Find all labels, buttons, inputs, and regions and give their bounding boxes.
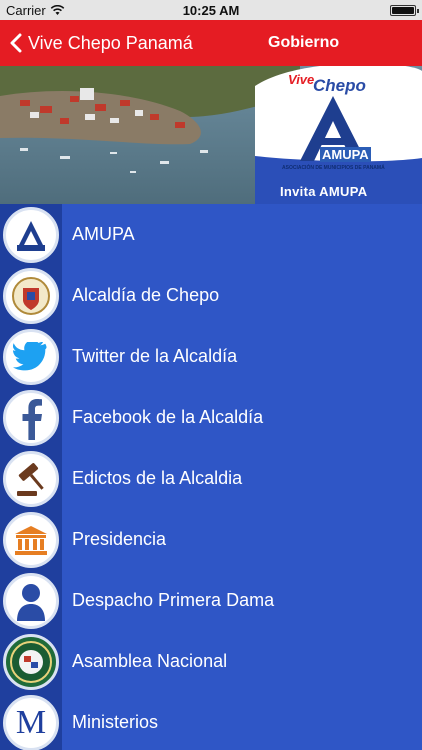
status-time: 10:25 AM	[182, 3, 240, 18]
banner-vive-text: Vive	[288, 72, 315, 87]
menu-item-alcaldia-chepo[interactable]: Alcaldía de Chepo	[0, 265, 422, 326]
menu-label: Ministerios	[72, 712, 159, 732]
menu-item-ministerios[interactable]: M Ministerios	[0, 692, 422, 750]
battery-level	[392, 7, 414, 14]
menu-label: Despacho Primera Dama	[72, 590, 275, 610]
back-button-label: Vive Chepo Panamá	[28, 32, 193, 53]
menu-item-twitter[interactable]: Twitter de la Alcaldía	[0, 326, 422, 387]
back-button[interactable]: Vive Chepo Panamá	[10, 20, 193, 66]
banner-image: Vive Chepo AMUPA ASOCIACIÓN DE MUNICIPIO…	[0, 66, 422, 204]
banner-association-text: ASOCIACIÓN DE MUNICIPIOS DE PANAMÁ	[282, 165, 385, 171]
government-building-icon	[3, 511, 59, 568]
facebook-icon	[3, 389, 59, 446]
menu-icon-column	[0, 387, 62, 448]
menu-icon-column	[0, 448, 62, 509]
menu-item-asamblea[interactable]: Asamblea Nacional	[0, 631, 422, 692]
letter-m-icon: M	[3, 694, 59, 750]
menu-item-amupa[interactable]: AMUPA	[0, 204, 422, 265]
menu-list: AMUPA Alcaldía de Chepo Twitter de la Al…	[0, 204, 422, 750]
banner-invite-text: Invita AMUPA	[280, 184, 368, 199]
menu-icon-column	[0, 570, 62, 631]
menu-item-facebook[interactable]: Facebook de la Alcaldía	[0, 387, 422, 448]
navigation-bar: Vive Chepo Panamá Gobierno	[0, 20, 422, 66]
menu-label: Facebook de la Alcaldía	[72, 407, 264, 427]
menu-item-presidencia[interactable]: Presidencia	[0, 509, 422, 570]
amupa-logo-icon	[3, 206, 59, 263]
status-bar: Carrier 10:25 AM	[0, 0, 422, 20]
chevron-left-icon	[10, 33, 22, 53]
person-silhouette-icon	[3, 572, 59, 629]
menu-label: Alcaldía de Chepo	[72, 285, 220, 305]
menu-item-edictos[interactable]: Edictos de la Alcaldia	[0, 448, 422, 509]
battery-icon	[390, 5, 419, 16]
menu-item-primera-dama[interactable]: Despacho Primera Dama	[0, 570, 422, 631]
menu-icon-column	[0, 631, 62, 692]
menu-icon-column	[0, 509, 62, 570]
menu-icon-column: M	[0, 692, 62, 750]
gavel-icon	[3, 450, 59, 507]
menu-icon-column	[0, 265, 62, 326]
menu-icon-column	[0, 326, 62, 387]
menu-label: Twitter de la Alcaldía	[72, 346, 238, 366]
banner-chepo-text: Chepo	[313, 76, 366, 95]
menu-label: Edictos de la Alcaldia	[72, 468, 243, 488]
asamblea-seal-icon	[3, 633, 59, 690]
menu-label: Asamblea Nacional	[72, 651, 228, 671]
chepo-crest-icon	[3, 267, 59, 324]
menu-icon-column	[0, 204, 62, 265]
menu-label: AMUPA	[72, 224, 135, 244]
page-title: Gobierno	[268, 34, 340, 51]
banner-logo-text: AMUPA	[320, 147, 371, 162]
menu-label: Presidencia	[72, 529, 167, 549]
twitter-icon	[3, 328, 59, 385]
